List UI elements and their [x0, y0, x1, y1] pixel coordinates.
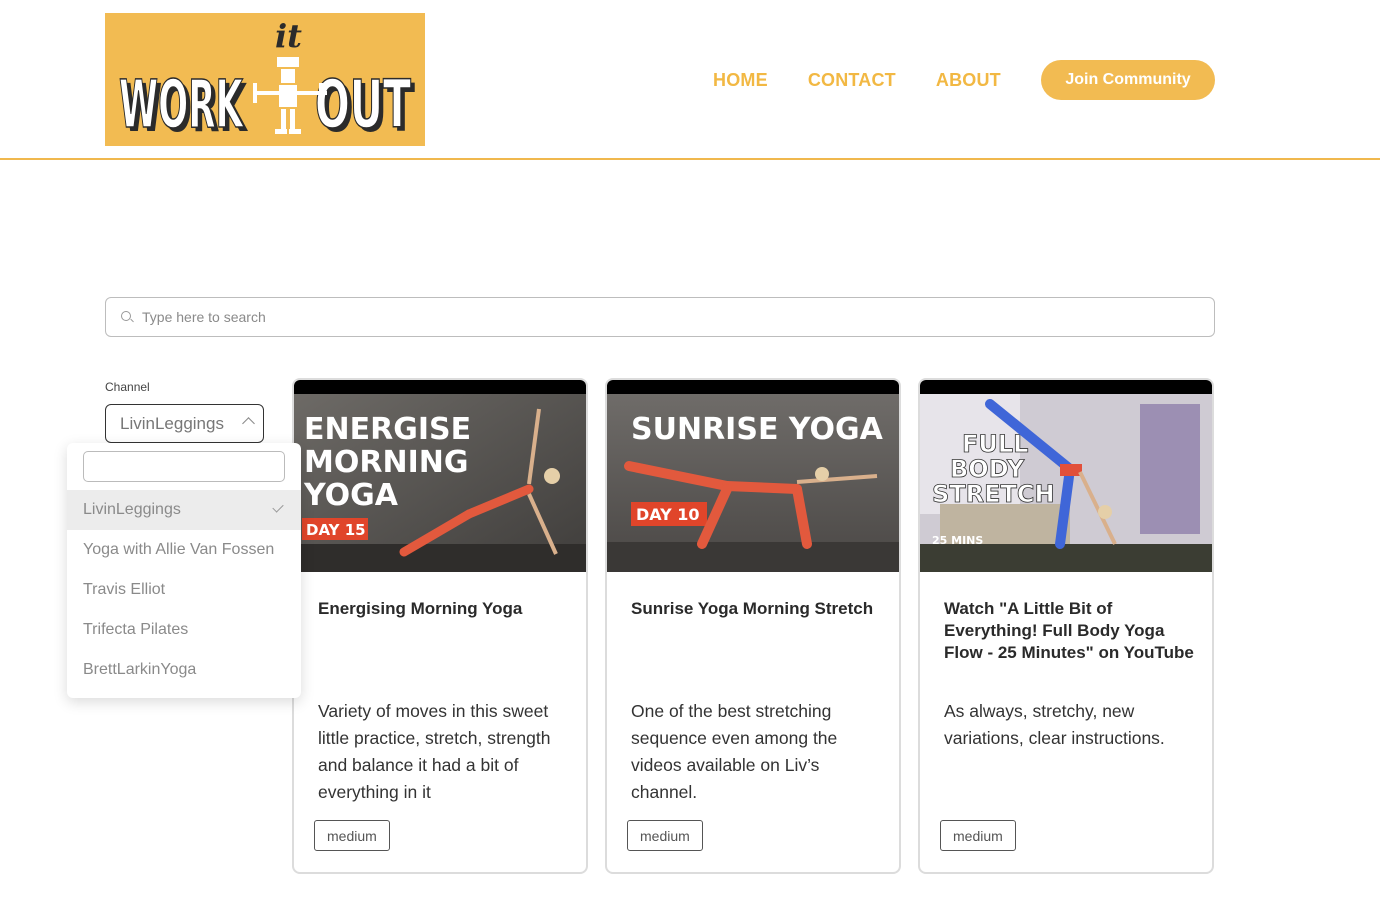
channel-option[interactable]: Trifecta Pilates — [67, 610, 301, 650]
video-description: As always, stretchy, new variations, cle… — [944, 701, 1165, 748]
svg-text:25 MINS: 25 MINS — [932, 534, 983, 547]
svg-text:FULL: FULL — [962, 430, 1028, 458]
video-title[interactable]: Sunrise Yoga Morning Stretch — [631, 598, 881, 620]
channel-option[interactable]: Yoga with Allie Van Fossen — [67, 530, 301, 570]
svg-text:DAY 10: DAY 10 — [636, 505, 700, 524]
channel-select-value: LivinLeggings — [120, 413, 224, 433]
svg-text:BODY: BODY — [950, 455, 1025, 483]
join-community-button[interactable]: Join Community — [1041, 60, 1215, 100]
svg-text:ENERGISE: ENERGISE — [304, 412, 471, 447]
nav-contact-link[interactable]: CONTACT — [808, 70, 896, 91]
svg-text:MORNING: MORNING — [304, 445, 468, 480]
chevron-up-icon — [242, 417, 255, 430]
svg-text:DAY 15: DAY 15 — [306, 521, 366, 539]
thumbnail-image: ENERGISE MORNING YOGA DAY 15 — [294, 394, 586, 572]
video-thumbnail[interactable]: ENERGISE MORNING YOGA DAY 15 — [294, 380, 586, 572]
check-icon — [272, 501, 284, 513]
video-title[interactable]: Watch "A Little Bit of Everything! Full … — [944, 598, 1194, 664]
channel-dropdown: LivinLeggings Yoga with Allie Van Fossen… — [67, 443, 301, 698]
video-card[interactable]: ENERGISE MORNING YOGA DAY 15 Energising … — [292, 378, 588, 874]
site-logo[interactable]: it WORK WORK OUT OUT — [105, 13, 425, 146]
difficulty-tag: medium — [314, 820, 390, 851]
thumbnail-image: SUNRISE YOGA DAY 10 — [607, 394, 899, 572]
video-card[interactable]: SUNRISE YOGA DAY 10 Sunrise Yoga Morning… — [605, 378, 901, 874]
site-header: it WORK WORK OUT OUT HOME CONTACT ABOUT … — [0, 0, 1380, 160]
channel-option-label: BrettLarkinYoga — [83, 661, 197, 678]
channel-select[interactable]: LivinLeggings — [105, 404, 264, 443]
dropdown-search-input[interactable] — [83, 451, 285, 482]
video-title[interactable]: Energising Morning Yoga — [318, 598, 568, 620]
search-bar[interactable] — [105, 297, 1215, 337]
search-input[interactable] — [142, 309, 1142, 325]
channel-option[interactable]: Travis Elliot — [67, 570, 301, 610]
video-card[interactable]: FULL BODY STRETCH 25 MINS Watch "A Littl… — [918, 378, 1214, 874]
nav-home-link[interactable]: HOME — [713, 70, 768, 91]
main-nav: HOME CONTACT ABOUT — [713, 60, 1041, 100]
svg-text:it: it — [275, 17, 302, 55]
svg-text:STRETCH: STRETCH — [932, 480, 1055, 508]
svg-text:YOGA: YOGA — [303, 478, 399, 513]
channel-option-label: LivinLeggings — [83, 501, 181, 518]
video-thumbnail[interactable]: SUNRISE YOGA DAY 10 — [607, 380, 899, 572]
channel-option-label: Yoga with Allie Van Fossen — [83, 541, 275, 558]
channel-option-list: LivinLeggings Yoga with Allie Van Fossen… — [67, 490, 301, 690]
thumbnail-image: FULL BODY STRETCH 25 MINS — [920, 394, 1212, 572]
svg-text:OUT: OUT — [315, 66, 411, 143]
video-thumbnail[interactable]: FULL BODY STRETCH 25 MINS — [920, 380, 1212, 572]
nav-about-link[interactable]: ABOUT — [936, 70, 1001, 91]
search-icon — [120, 310, 134, 324]
channel-option[interactable]: LivinLeggings — [67, 490, 301, 530]
video-description: One of the best stretching sequence even… — [631, 701, 838, 802]
channel-filter-label: Channel — [105, 380, 150, 394]
logo-graphic: it WORK WORK OUT OUT — [118, 17, 415, 146]
channel-option-label: Travis Elliot — [83, 581, 166, 598]
svg-text:SUNRISE YOGA: SUNRISE YOGA — [631, 412, 884, 447]
channel-option[interactable]: BrettLarkinYoga — [67, 650, 301, 690]
video-description: Variety of moves in this sweet little pr… — [318, 701, 551, 802]
svg-text:WORK: WORK — [119, 66, 244, 143]
difficulty-tag: medium — [940, 820, 1016, 851]
channel-option-label: Trifecta Pilates — [83, 621, 189, 638]
difficulty-tag: medium — [627, 820, 703, 851]
